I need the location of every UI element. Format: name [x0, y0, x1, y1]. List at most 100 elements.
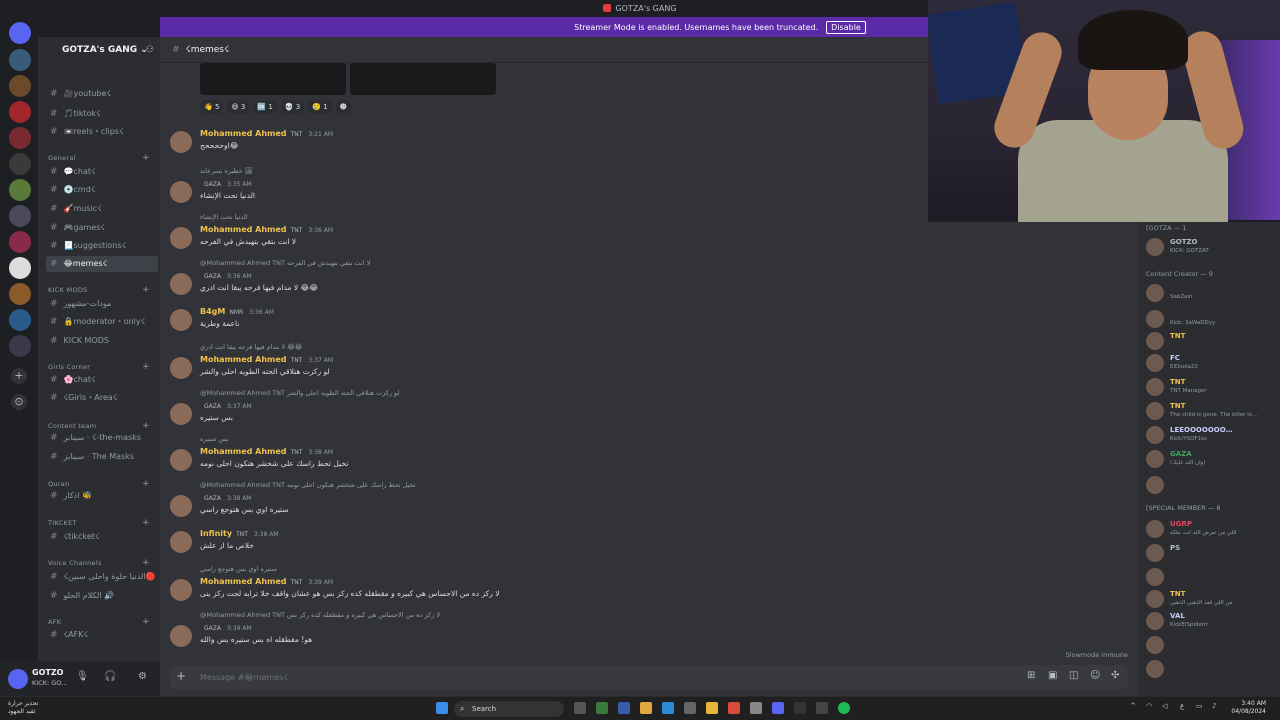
avatar[interactable] — [170, 273, 192, 295]
reaction-chip[interactable]: 😄 3 — [227, 100, 250, 114]
wifi-icon[interactable]: ◠ — [1146, 702, 1152, 710]
avatar[interactable] — [170, 495, 192, 517]
avatar[interactable] — [8, 669, 28, 689]
add-attachment-icon[interactable]: + — [176, 669, 186, 683]
channel-item[interactable]: # 🎸music☇ — [46, 201, 158, 217]
add-channel-icon[interactable]: + — [142, 153, 150, 163]
member-item[interactable]: VAL KickElSpiderrr — [1146, 610, 1276, 632]
volume-icon[interactable]: ◁ — [1162, 702, 1167, 710]
emoji-icon[interactable]: ☺ — [1090, 670, 1100, 681]
member-item[interactable]: TNT — [1146, 330, 1276, 352]
chrome-icon[interactable] — [706, 702, 718, 714]
member-item[interactable]: TNT The child is gone. The killer is… — [1146, 400, 1276, 422]
apps-icon[interactable]: ✣ — [1111, 670, 1119, 681]
add-channel-icon[interactable]: + — [142, 617, 150, 627]
microphone-icon[interactable]: 🎙 — [76, 671, 89, 682]
username[interactable]: B4gM — [200, 307, 225, 316]
channel-item[interactable]: # 💬chat☇ — [46, 164, 158, 180]
image-attachment[interactable] — [350, 63, 496, 95]
reply-preview[interactable]: @Mohammed Ahmed TNT تخيل تحط راسك على شخ… — [200, 481, 416, 489]
avatar[interactable] — [170, 357, 192, 379]
message-input[interactable] — [200, 670, 1000, 684]
channel-item[interactable]: # 🎮games☇ — [46, 220, 158, 236]
reply-preview[interactable]: @Mohammed Ahmed TNT لو ركزت هتلاقي الحته… — [200, 389, 399, 397]
add-channel-icon[interactable]: + — [142, 518, 150, 528]
reaction-chip[interactable]: 👋 5 — [200, 100, 224, 114]
server-icon[interactable] — [9, 309, 31, 331]
reaction-chip[interactable]: 🥲 1 — [308, 100, 332, 114]
channel-item[interactable]: # 🎥youtube☇ — [46, 86, 158, 102]
server-icon[interactable] — [9, 101, 31, 123]
reaction-chip[interactable]: 🆗 1 — [253, 100, 277, 114]
channel-item[interactable]: # سينابز · ☇-the-masks — [46, 430, 158, 446]
member-item[interactable]: FC ElDoola22 — [1146, 352, 1276, 374]
weather-widget[interactable]: تحذير حرارة ثقيد الجهود — [8, 700, 38, 716]
reply-preview[interactable]: بس ستيره — [200, 435, 229, 443]
member-item[interactable]: UGRP اللي من تعرض الله انت ملكه — [1146, 518, 1276, 540]
server-header[interactable]: GOTZA's GANG ⌄ ⚇ — [38, 37, 160, 63]
member-item[interactable]: GOTZO KICK: GOTZAT — [1146, 236, 1276, 258]
gift-icon[interactable]: ⊞ — [1027, 670, 1035, 681]
reply-preview[interactable]: لا مدام فيها فرحه يبقا انت ادري 😂😂 — [200, 343, 302, 351]
app-icon[interactable] — [750, 702, 762, 714]
channel-item[interactable]: # 😂memes☇ — [46, 256, 158, 272]
server-icon[interactable] — [9, 257, 31, 279]
member-item[interactable] — [1146, 658, 1276, 680]
server-icon[interactable] — [9, 127, 31, 149]
channel-item[interactable]: # ☇tikcket☇ — [46, 529, 158, 545]
system-clock[interactable]: 3:40 AM 04/08/2024 — [1226, 700, 1266, 716]
add-channel-icon[interactable]: + — [142, 362, 150, 372]
channel-item[interactable]: # KICK MODS — [46, 333, 158, 349]
channel-item[interactable]: # 📼reels・clips☇ — [46, 124, 158, 140]
username[interactable]: Mohammed Ahmed — [200, 129, 287, 138]
channel-category[interactable]: KICK MODS + — [48, 285, 158, 295]
server-icon[interactable] — [9, 283, 31, 305]
channel-item[interactable]: # ☇AFK☇ — [46, 627, 158, 643]
explore-icon[interactable]: ⊙ — [11, 394, 27, 410]
channel-item[interactable]: # 📃suggestions☇ — [46, 238, 158, 254]
avatar[interactable] — [170, 309, 192, 331]
add-member-icon[interactable]: ⚇ — [146, 45, 154, 55]
discord-home-icon[interactable] — [9, 22, 31, 44]
channel-item[interactable]: # 💿cmd☇ — [46, 182, 158, 198]
discord-taskbar-icon[interactable] — [772, 702, 784, 714]
member-item[interactable]: LEEOOOOOOO… Kick/YSOF1ss — [1146, 424, 1276, 446]
speaker-icon[interactable]: ♪ — [1212, 702, 1216, 710]
sticker-icon[interactable]: ◫ — [1069, 670, 1078, 681]
server-icon[interactable] — [9, 205, 31, 227]
member-item[interactable]: GAZA (وان الله عليك) — [1146, 448, 1276, 470]
reply-preview[interactable]: @Mohammed Ahmed TNT لا انت بتقي بتهبدش ف… — [200, 259, 370, 267]
server-icon[interactable] — [9, 75, 31, 97]
gif-icon[interactable]: ▣ — [1048, 670, 1057, 681]
username[interactable]: Mohammed Ahmed — [200, 447, 287, 456]
channel-item[interactable]: # اذكار 🐝 — [46, 488, 158, 504]
gear-icon[interactable]: ⚙ — [138, 671, 147, 682]
app-icon[interactable] — [794, 702, 806, 714]
member-item[interactable] — [1146, 566, 1276, 588]
server-icon[interactable] — [9, 153, 31, 175]
taskbar-search[interactable]: ⌕ Search — [454, 701, 564, 717]
edge-icon[interactable] — [662, 702, 674, 714]
channel-item[interactable]: # مودات-مشهور — [46, 296, 158, 312]
tray-chevron-icon[interactable]: ^ — [1130, 702, 1136, 710]
channel-category[interactable]: Content team + — [48, 421, 158, 431]
windows-start-icon[interactable] — [436, 702, 448, 714]
image-attachment[interactable] — [200, 63, 346, 95]
channel-item[interactable]: # سينابز · The Masks — [46, 449, 158, 465]
app-icon[interactable] — [816, 702, 828, 714]
reply-preview[interactable]: خطيره بسرعاته 🖼 — [200, 167, 253, 175]
channel-item[interactable]: # 🎵tiktok☇ — [46, 106, 158, 122]
add-channel-icon[interactable]: + — [142, 285, 150, 295]
member-item[interactable]: SabZain — [1146, 282, 1276, 304]
member-item[interactable] — [1146, 634, 1276, 656]
keyboard-language-icon[interactable]: ع — [1180, 702, 1184, 710]
channel-category[interactable]: General + — [48, 153, 158, 163]
member-item[interactable] — [1146, 474, 1276, 496]
file-explorer-icon[interactable] — [640, 702, 652, 714]
channel-item[interactable]: # الكلام الحلو 🔊 — [46, 588, 158, 604]
username[interactable]: Mohammed Ahmed — [200, 225, 287, 234]
disable-button[interactable]: Disable — [826, 20, 866, 34]
channel-category[interactable]: TIKCKET + — [48, 518, 158, 528]
channel-item[interactable]: # 🔒moderator・only☇ — [46, 314, 158, 330]
avatar[interactable] — [170, 227, 192, 249]
